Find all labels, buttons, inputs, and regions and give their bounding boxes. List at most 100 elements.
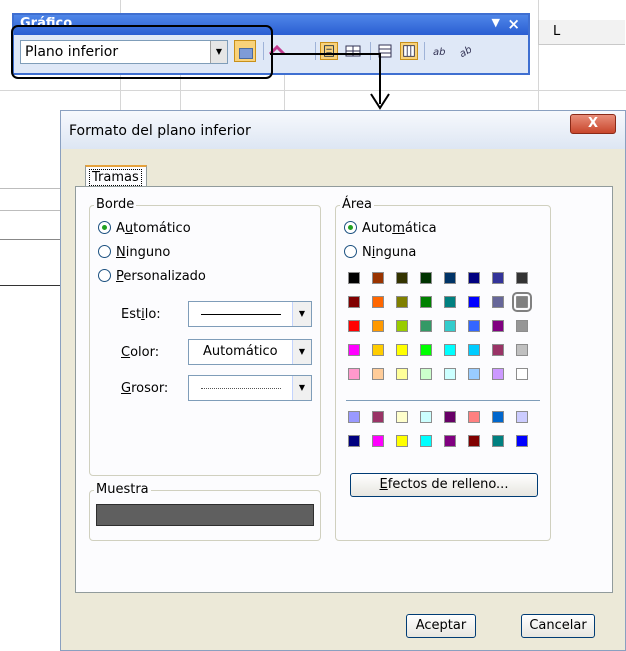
color-swatch[interactable] [512, 292, 532, 312]
color-swatch[interactable] [492, 296, 504, 308]
border-group-label: Borde [94, 197, 137, 212]
chevron-down-icon[interactable]: ▼ [292, 340, 311, 364]
color-swatch[interactable] [468, 435, 480, 447]
color-swatch[interactable] [372, 344, 384, 356]
color-swatch[interactable] [444, 368, 456, 380]
chevron-down-icon[interactable]: ▼ [292, 376, 311, 400]
radio-circle[interactable] [98, 245, 111, 258]
area-radio-1[interactable]: Ninguna [344, 245, 416, 260]
color-swatch[interactable] [516, 320, 528, 332]
tab-panel: Borde Automático Ninguno Personalizado Est… [75, 186, 613, 593]
color-swatch[interactable] [396, 344, 408, 356]
color-swatch[interactable] [516, 272, 528, 284]
callout-arrow [270, 53, 390, 110]
color-swatch[interactable] [348, 344, 360, 356]
cancel-button[interactable]: Cancelar [521, 614, 595, 638]
color-swatch[interactable] [396, 435, 408, 447]
color-swatch[interactable] [396, 320, 408, 332]
color-swatch[interactable] [420, 435, 432, 447]
toolbar-close-icon[interactable]: × [507, 15, 520, 33]
border-radio-1[interactable]: Ninguno [98, 245, 170, 260]
area-radio-0[interactable]: Automática [344, 221, 437, 236]
column-letter: L [553, 24, 561, 39]
border-radio-0[interactable]: Automático [98, 221, 191, 236]
column-header-l[interactable]: L [538, 20, 625, 45]
color-swatch[interactable] [492, 344, 504, 356]
weight-label: Grosor: [121, 381, 169, 396]
radio-circle[interactable] [344, 221, 357, 234]
color-swatch[interactable] [420, 320, 432, 332]
color-label: Color: [121, 345, 160, 360]
radio-circle[interactable] [98, 221, 111, 234]
color-swatch[interactable] [516, 411, 528, 423]
sample-group: Muestra [89, 482, 321, 541]
toolbar-options-icon[interactable]: ▼ [492, 16, 500, 29]
color-swatch[interactable] [396, 272, 408, 284]
angle-text-down-icon[interactable]: ab [430, 42, 448, 60]
ok-button[interactable]: Aceptar [406, 614, 476, 638]
radio-circle[interactable] [344, 245, 357, 258]
color-swatch[interactable] [468, 411, 480, 423]
sample-group-label: Muestra [94, 482, 151, 497]
color-swatch[interactable] [420, 272, 432, 284]
by-column-icon[interactable] [400, 42, 418, 60]
color-swatch[interactable] [492, 411, 504, 423]
color-swatch[interactable] [516, 368, 528, 380]
color-swatch[interactable] [396, 296, 408, 308]
color-swatch[interactable] [396, 411, 408, 423]
color-swatch[interactable] [348, 435, 360, 447]
angle-text-up-icon[interactable]: ab [456, 42, 474, 60]
border-radio-2[interactable]: Personalizado [98, 269, 206, 284]
border-radio-label: Personalizado [116, 269, 206, 284]
color-swatch[interactable] [372, 272, 384, 284]
color-swatch[interactable] [468, 368, 480, 380]
color-swatch[interactable] [420, 411, 432, 423]
color-swatch[interactable] [372, 411, 384, 423]
area-radio-label: Ninguna [362, 245, 417, 260]
color-swatch[interactable] [492, 320, 504, 332]
color-swatch[interactable] [468, 320, 480, 332]
color-swatch[interactable] [348, 368, 360, 380]
color-swatch[interactable] [444, 435, 456, 447]
color-swatch[interactable] [444, 296, 456, 308]
color-swatch[interactable] [516, 435, 528, 447]
color-swatch[interactable] [444, 411, 456, 423]
sample-preview [96, 504, 314, 526]
color-swatch[interactable] [372, 435, 384, 447]
close-icon[interactable]: X [570, 114, 616, 134]
solid-line-swatch [201, 314, 281, 315]
color-swatch[interactable] [348, 320, 360, 332]
area-group-label: Área [340, 197, 374, 212]
color-swatch[interactable] [348, 296, 360, 308]
color-swatch[interactable] [444, 272, 456, 284]
color-swatch[interactable] [420, 296, 432, 308]
color-swatch[interactable] [468, 344, 480, 356]
chevron-down-icon[interactable]: ▼ [292, 302, 311, 326]
color-swatch[interactable] [348, 272, 360, 284]
color-swatch[interactable] [372, 368, 384, 380]
color-swatch[interactable] [444, 320, 456, 332]
color-swatch[interactable] [420, 344, 432, 356]
color-swatch[interactable] [348, 411, 360, 423]
svg-text:ab: ab [433, 47, 445, 58]
color-select[interactable]: Automático ▼ [188, 339, 312, 365]
border-radio-label: Ninguno [116, 245, 171, 260]
area-radio-label: Automática [362, 221, 437, 236]
color-swatch[interactable] [492, 435, 504, 447]
dialog-titlebar[interactable]: Formato del plano inferior X [61, 111, 625, 149]
color-swatch[interactable] [492, 368, 504, 380]
color-swatch[interactable] [516, 344, 528, 356]
color-swatch[interactable] [420, 368, 432, 380]
color-swatch[interactable] [372, 320, 384, 332]
fill-effects-button[interactable]: Efectos de relleno... [350, 473, 538, 497]
color-swatch[interactable] [372, 296, 384, 308]
tab-tramas[interactable]: Tramas [85, 165, 147, 187]
color-swatch[interactable] [492, 272, 504, 284]
style-select[interactable]: ▼ [188, 301, 312, 327]
color-swatch[interactable] [468, 296, 480, 308]
color-swatch[interactable] [468, 272, 480, 284]
color-swatch[interactable] [444, 344, 456, 356]
weight-select[interactable]: ▼ [188, 375, 312, 401]
color-swatch[interactable] [396, 368, 408, 380]
radio-circle[interactable] [98, 269, 111, 282]
